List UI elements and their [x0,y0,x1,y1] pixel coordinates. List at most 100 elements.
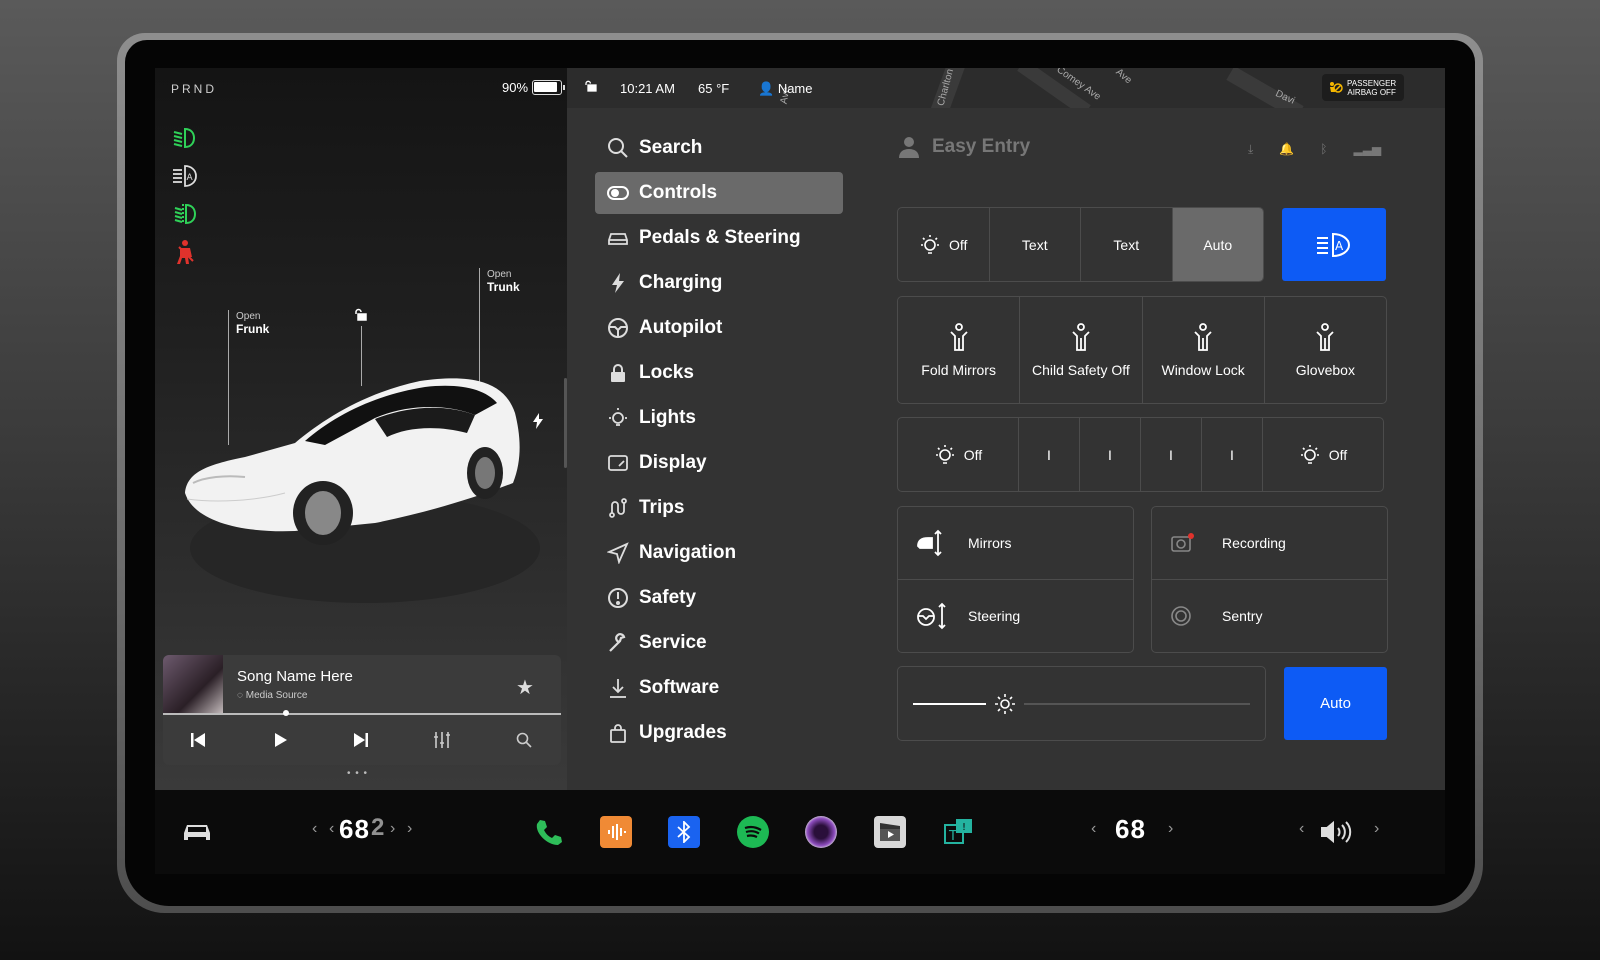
sentry-icon [1170,605,1222,627]
clock: 10:21 AM [620,81,675,96]
dimmer-level-3[interactable]: I [1141,418,1202,491]
recording-button[interactable]: Recording [1152,507,1387,580]
dimmer-off-left[interactable]: Off [898,418,1019,491]
bolt-icon [595,272,631,294]
menu-item-label: Charging [639,272,723,293]
sun-icon[interactable] [994,693,1016,720]
phone-icon[interactable] [532,816,564,848]
search-icon[interactable] [509,725,539,755]
window-lock-button[interactable]: Window Lock [1143,297,1265,403]
steering-adjust[interactable]: Steering [898,580,1133,653]
menu-item-trips[interactable]: Trips [595,487,843,529]
headlights-off[interactable]: Off [898,208,990,281]
map-label: Ave [1113,68,1134,87]
page-dots[interactable]: • • • [347,768,368,779]
car-status-pane: PRND 90% A Open Frunk Open Trunk Song Na… [155,68,579,790]
menu-item-lights[interactable]: Lights [595,397,843,439]
voice-icon[interactable] [600,816,632,848]
menu-item-label: Lights [639,407,696,428]
download-icon[interactable]: ⤓ [1248,142,1253,157]
menu-item-pedals-steering[interactable]: Pedals & Steering [595,217,843,259]
brightness-slider[interactable] [897,666,1266,741]
car-icon[interactable] [181,816,213,848]
equalizer-icon[interactable] [427,725,457,755]
segment-label: Off [963,446,983,463]
headlights-auto[interactable]: Auto [1172,208,1263,281]
svg-text:A: A [187,173,194,183]
user-profile[interactable]: 👤 Name [758,81,813,97]
menu-item-software[interactable]: Software [595,667,843,709]
passenger-temperature: 68 [1115,814,1146,844]
chevron-left-icon[interactable]: ‹ [312,820,317,838]
fold-mirrors-button[interactable]: Fold Mirrors [898,297,1021,403]
auto-high-beam-button[interactable]: A [1282,208,1386,281]
mirrors-adjust[interactable]: Mirrors [898,507,1133,580]
search-icon [595,137,631,159]
play-icon[interactable] [265,725,295,755]
car-icon [595,227,631,249]
camera-icon[interactable] [805,816,837,848]
dashcam-icon [1170,532,1222,554]
toybox-icon[interactable]: T! [942,816,974,848]
theater-icon[interactable] [874,816,906,848]
seatbelt-warning-icon [169,236,201,268]
dimmer-level-4[interactable]: I [1202,418,1263,491]
bluetooth-icon[interactable] [668,816,700,848]
trunk-callout[interactable]: Open Trunk [487,269,520,293]
lock-status-icon[interactable] [585,80,597,95]
volume-icon[interactable] [1318,816,1358,848]
bluetooth-icon[interactable]: ᛒ [1320,142,1327,157]
menu-item-safety[interactable]: Safety [595,577,843,619]
signal-icon[interactable]: ▂▃▅ [1353,142,1381,157]
playback-scrubber[interactable] [283,710,290,716]
segment-label: I [1230,446,1234,463]
menu-item-label: Upgrades [639,722,727,743]
unlock-icon[interactable] [354,308,368,327]
bell-icon[interactable]: 🔔 [1279,142,1294,157]
headlights-option-2[interactable]: Text [990,208,1081,281]
dimmer-off-right[interactable]: Off [1263,418,1383,491]
chevron-left-icon[interactable]: ‹ [1299,820,1304,838]
media-player[interactable]: Song Name Here ◌ Media Source ★ [163,655,561,765]
brightness-auto-button[interactable]: Auto [1284,667,1387,740]
display-icon [595,452,631,474]
segment-label: Text [1113,236,1140,253]
menu-item-controls[interactable]: Controls [595,172,843,214]
dimmer-level-1[interactable]: I [1019,418,1080,491]
dimmer-level-2[interactable]: I [1080,418,1141,491]
headlights-option-3[interactable]: Text [1081,208,1173,281]
next-icon[interactable] [346,725,376,755]
chevron-right-icon[interactable]: › [1374,820,1379,838]
menu-item-service[interactable]: Service [595,622,843,664]
media-source[interactable]: ◌ Media Source [237,690,307,701]
gear-indicator: PRND [171,82,218,96]
chevron-right-icon[interactable]: › [1168,820,1173,838]
menu-item-locks[interactable]: Locks [595,352,843,394]
playback-progress[interactable] [163,713,561,715]
menu-item-autopilot[interactable]: Autopilot [595,307,843,349]
bulb-icon [595,407,631,429]
chevron-right-icon[interactable]: › [390,820,395,838]
auto-headlights-icon: A [169,160,201,192]
menu-item-display[interactable]: Display [595,442,843,484]
menu-item-search[interactable]: Search [595,127,843,169]
chevron-right-icon[interactable]: › [407,820,412,838]
menu-item-label: Autopilot [639,317,723,338]
menu-item-navigation[interactable]: Navigation [595,532,843,574]
frunk-callout[interactable]: Open Frunk [236,311,269,335]
child-safety-button[interactable]: Child Safety Off [1020,297,1143,403]
spotify-icon[interactable] [737,816,769,848]
chevron-left-icon[interactable]: ‹ [329,820,334,838]
menu-item-charging[interactable]: Charging [595,262,843,304]
steering-label: Steering [968,607,1021,624]
previous-icon[interactable] [183,725,213,755]
car-3d-model[interactable] [175,373,545,633]
album-art[interactable] [163,655,223,715]
menu-item-upgrades[interactable]: Upgrades [595,712,843,754]
easy-entry-profile[interactable]: Easy Entry [898,136,1030,158]
favorite-star-icon[interactable]: ★ [516,675,534,700]
chevron-left-icon[interactable]: ‹ [1091,820,1096,838]
sentry-button[interactable]: Sentry [1152,580,1387,653]
charge-port-icon[interactable] [532,413,544,434]
glovebox-button[interactable]: Glovebox [1265,297,1386,403]
